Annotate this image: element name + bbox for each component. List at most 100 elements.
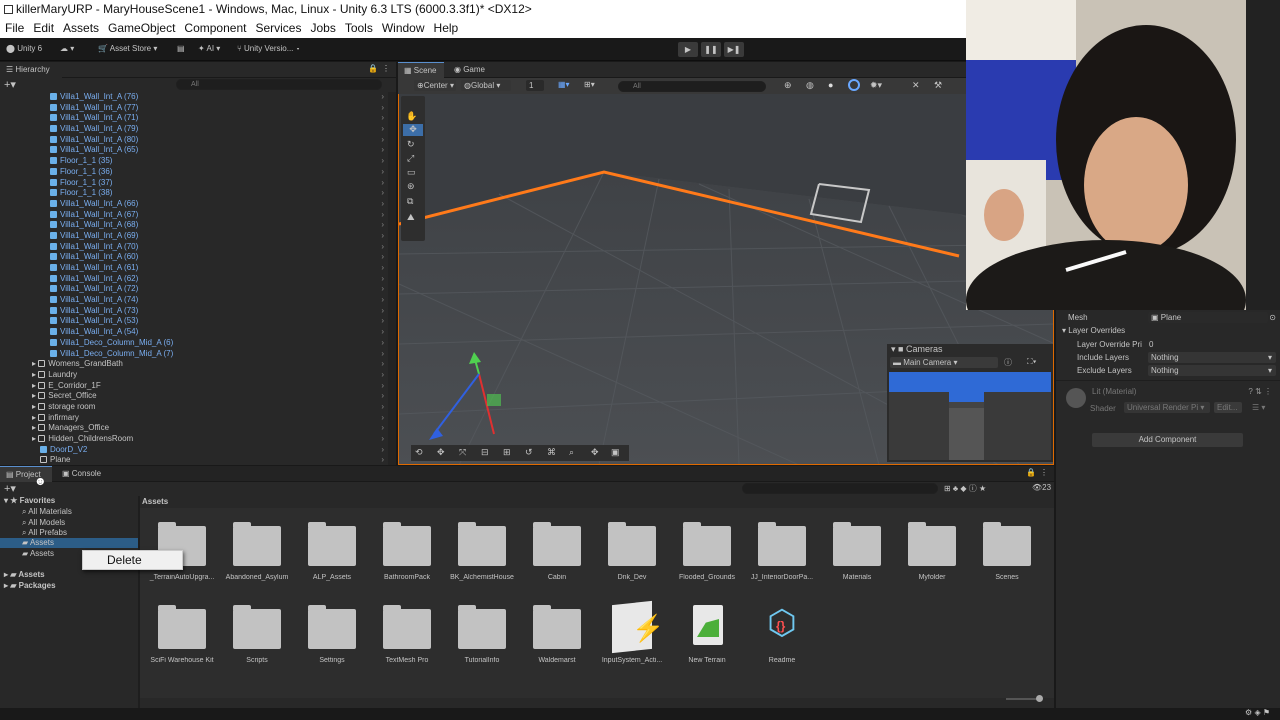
shader-dropdown[interactable]: Universal Render Pi ▾ [1124,402,1210,413]
asset-item[interactable]: ⚡ InputSystem_Acti... [592,600,672,665]
open-prefab-icon[interactable]: › [381,434,384,445]
asset-item[interactable]: SciFi Warehouse Kit [142,605,222,665]
open-prefab-icon[interactable]: › [381,274,384,285]
grid-icon[interactable]: ▦▾ [558,80,570,89]
open-prefab-icon[interactable]: › [381,156,384,167]
hierarchy-item[interactable]: Villa1_Wall_Int_A (70) › [0,242,388,253]
add-component-button[interactable]: Add Component [1092,433,1243,447]
hierarchy-item[interactable]: Villa1_Deco_Column_Mid_A (6) › [0,338,388,349]
scene-search-input[interactable]: All [618,81,766,92]
pan-icon[interactable]: ✥ [591,447,599,458]
hierarchy-item[interactable]: Villa1_Wall_Int_A (65) › [0,145,388,156]
orientation-icon[interactable]: ⊕ [784,80,792,91]
menu-gameobject[interactable]: GameObject [108,21,175,35]
camera-info-icon[interactable]: ⓘ [1004,357,1012,368]
hierarchy-scrollbar[interactable] [388,92,396,465]
hierarchy-search-input[interactable]: All [176,79,382,90]
open-prefab-icon[interactable]: › [381,113,384,124]
project-toolbar-icons[interactable]: ⊞ ♣ ◆ ⓘ ★ [944,483,986,494]
hierarchy-item[interactable]: ▸ infirmary › [0,413,388,424]
align-icon[interactable]: ⊟ [481,447,489,458]
zoom-icon[interactable]: ⌕ [569,447,574,458]
target-icon[interactable]: ⊙ [1269,313,1276,322]
asset-item[interactable]: Flooded_Grounds [667,522,747,582]
hierarchy-item[interactable]: ▸ E_Corridor_1F › [0,381,388,392]
asset-item[interactable]: Materials [817,522,897,582]
version-control-button[interactable]: ⑂ Unity Versio... ▾ [237,43,300,55]
asset-item[interactable]: JJ_InteriorDoorPa... [742,522,822,582]
asset-store-button[interactable]: 🛒 Asset Store ▾ [98,43,157,55]
open-prefab-icon[interactable]: › [381,349,384,360]
refresh-icon[interactable]: ↺ [525,447,533,458]
hierarchy-item[interactable]: Villa1_Wall_Int_A (76) › [0,92,388,103]
favorite-all-materials[interactable]: ⌕ All Materials [22,507,72,517]
layer-overrides-foldout[interactable]: ▾ Layer Overrides [1062,326,1125,335]
open-prefab-icon[interactable]: › [381,338,384,349]
open-prefab-icon[interactable]: › [381,306,384,317]
hierarchy-item[interactable]: ▸ Womens_GrandBath › [0,359,388,370]
hierarchy-item[interactable]: ▸ Hidden_ChildrensRoom › [0,434,388,445]
rotate-snap-icon[interactable]: ⟲ [415,447,423,458]
package-icon[interactable]: ▤ [177,43,185,55]
hierarchy-item[interactable]: Floor_1_1 (37) › [0,178,388,189]
asset-item[interactable]: ALP_Assets [292,522,372,582]
breadcrumb-assets[interactable]: Assets [142,497,168,506]
hierarchy-item[interactable]: ▸ Laundry › [0,370,388,381]
pause-button[interactable]: ❚❚ [701,42,721,57]
favorites-header[interactable]: ▾ ★ Favorites [4,496,55,505]
open-prefab-icon[interactable]: › [381,402,384,413]
asset-item[interactable]: Waldemarst [517,605,597,665]
favorite-assets[interactable]: ▰ Assets [22,549,54,558]
hierarchy-item[interactable]: Villa1_Wall_Int_A (54) › [0,327,388,338]
asset-item[interactable]: Scripts [217,605,297,665]
hierarchy-item[interactable]: Villa1_Wall_Int_A (62) › [0,274,388,285]
open-prefab-icon[interactable]: › [381,124,384,135]
hierarchy-item[interactable]: Villa1_Wall_Int_A (61) › [0,263,388,274]
layer-override-priority-field[interactable]: 0 [1149,340,1153,349]
open-prefab-icon[interactable]: › [381,391,384,402]
tab-hierarchy[interactable]: ☰ Hierarchy [0,62,62,78]
open-prefab-icon[interactable]: › [381,231,384,242]
open-prefab-icon[interactable]: › [381,316,384,327]
menu-services[interactable]: Services [255,21,301,35]
status-icons[interactable]: ⚙ ◈ ⚑ [1245,708,1270,717]
shaded-mode-icon[interactable]: ● [828,80,833,90]
tab-console[interactable]: ▣ Console [56,466,108,482]
view-tool-icon[interactable]: ✋ [406,111,417,122]
asset-item[interactable]: Scenes [967,522,1047,582]
open-prefab-icon[interactable]: › [381,327,384,338]
favorite-assets-selected[interactable]: ▰ Assets [0,538,138,548]
hierarchy-item[interactable]: Villa1_Wall_Int_A (80) › [0,135,388,146]
rect-tool-icon[interactable]: ▭ [407,167,416,178]
exclude-layers-dropdown[interactable]: Nothing ▾ [1148,365,1276,376]
open-prefab-icon[interactable]: › [381,284,384,295]
hierarchy-item[interactable]: ▸ Managers_Office › [0,423,388,434]
hierarchy-item[interactable]: Villa1_Wall_Int_A (72) › [0,284,388,295]
open-prefab-icon[interactable]: › [381,178,384,189]
create-asset-button[interactable]: +▾ [4,482,16,495]
open-prefab-icon[interactable]: › [381,413,384,424]
snap-icon[interactable]: ⊞▾ [584,80,595,89]
open-prefab-icon[interactable]: › [381,220,384,231]
hierarchy-item[interactable]: Plane › [0,455,388,465]
move-snap-icon[interactable]: ✥ [437,447,445,458]
asset-item[interactable]: New Terrain [667,605,747,665]
cloud-icon[interactable]: ☁ ▾ [60,43,74,55]
project-more-icon[interactable]: ⋮ [1040,468,1048,477]
step-button[interactable]: ▶❚ [724,42,744,57]
open-prefab-icon[interactable]: › [381,381,384,392]
asset-item[interactable]: ⬡{} Readme [742,604,822,665]
open-prefab-icon[interactable]: › [381,145,384,156]
menu-file[interactable]: File [5,21,24,35]
root-packages[interactable]: ▸ ▰ Packages [4,581,56,590]
menu-component[interactable]: Component [184,21,246,35]
more-icon[interactable]: ⋮ [382,64,390,73]
include-layers-dropdown[interactable]: Nothing ▾ [1148,352,1276,363]
asset-item[interactable]: Dnk_Dev [592,522,672,582]
custom-tool-icon[interactable]: ⧉ [407,196,413,207]
asset-item[interactable]: BathroomPack [367,522,447,582]
asset-item[interactable]: Cabin [517,522,597,582]
open-prefab-icon[interactable]: › [381,423,384,434]
camera-select-dropdown[interactable]: ▬ Main Camera ▾ [890,357,998,368]
open-prefab-icon[interactable]: › [381,92,384,103]
